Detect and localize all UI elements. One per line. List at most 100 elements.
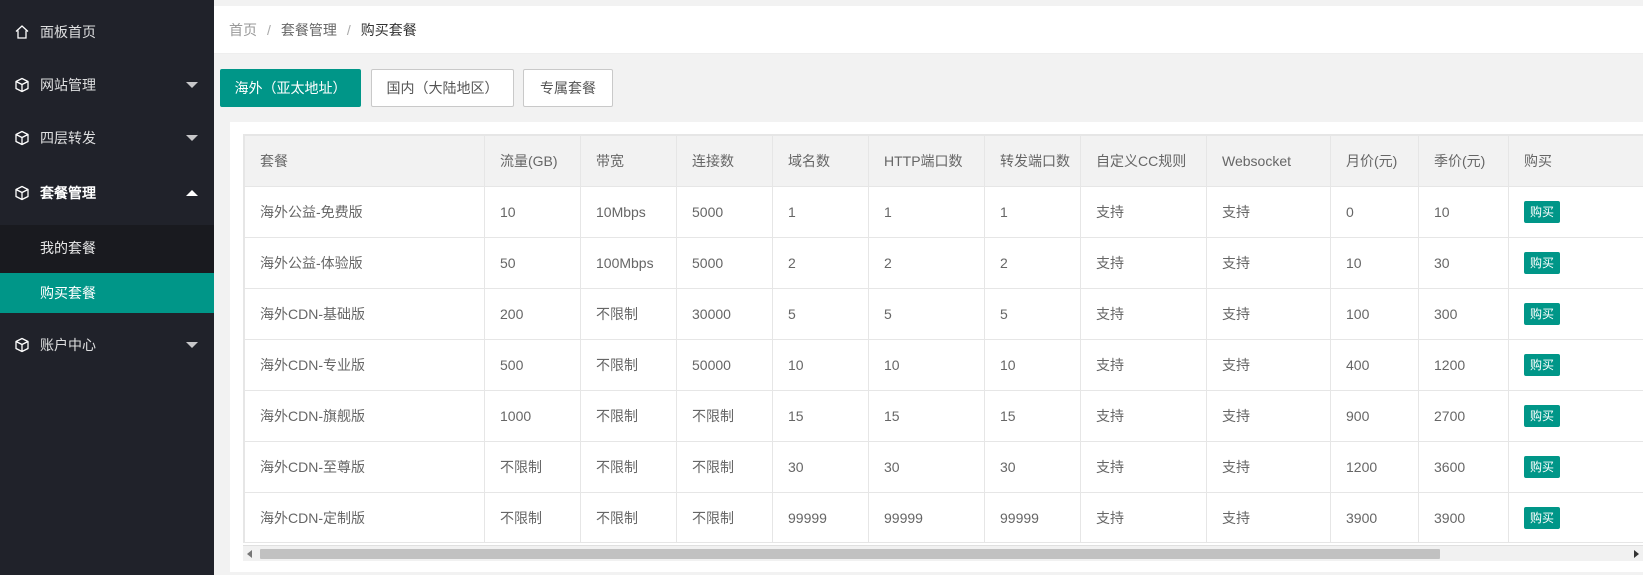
sidebar-submenu: 我的套餐 购买套餐 xyxy=(0,225,214,313)
table-cell: 2700 xyxy=(1418,390,1509,442)
tab-exclusive[interactable]: 专属套餐 xyxy=(523,69,613,107)
buy-button[interactable]: 购买 xyxy=(1524,201,1561,223)
buy-cell: 购买 xyxy=(1508,441,1643,493)
table-cell: 10Mbps xyxy=(580,186,677,238)
table-cell: 支持 xyxy=(1080,390,1207,442)
column-header: 带宽 xyxy=(580,135,677,187)
scrollbar-thumb[interactable] xyxy=(260,549,1440,559)
sidebar-item-my-packages[interactable]: 我的套餐 xyxy=(0,228,214,268)
sidebar-item-packages[interactable]: 套餐管理 xyxy=(0,165,214,221)
breadcrumb-home[interactable]: 首页 xyxy=(229,20,257,40)
tab-overseas[interactable]: 海外（亚太地址） xyxy=(220,69,361,107)
table-cell: 15 xyxy=(984,390,1081,442)
table-cell: 不限制 xyxy=(580,441,677,493)
table-cell: 海外CDN-旗舰版 xyxy=(244,390,485,442)
table-cell: 5 xyxy=(772,288,869,340)
table-cell: 99999 xyxy=(772,492,869,542)
table-row: 海外CDN-基础版 200 不限制 30000 5 5 5 支持 支持 100 300 购买 xyxy=(244,288,1643,340)
column-header: 月价(元) xyxy=(1330,135,1419,187)
table-cell: 2 xyxy=(772,237,869,289)
sidebar-item-buy-packages[interactable]: 购买套餐 xyxy=(0,273,214,313)
buy-button[interactable]: 购买 xyxy=(1524,354,1561,376)
table-cell: 支持 xyxy=(1206,186,1331,238)
table-cell: 不限制 xyxy=(580,288,677,340)
table-cell: 10 xyxy=(984,339,1081,391)
package-table: 套餐 流量(GB) 带宽 连接数 域名数 HTTP端口数 转发端口数 自定义CC规则 Webso… xyxy=(244,135,1643,542)
table-cell: 30 xyxy=(868,441,985,493)
table-cell: 1200 xyxy=(1418,339,1509,391)
table-cell: 5000 xyxy=(676,237,773,289)
breadcrumb: 首页 / 套餐管理 / 购买套餐 xyxy=(214,6,1643,54)
table-cell: 1000 xyxy=(484,390,581,442)
sidebar-item-account[interactable]: 账户中心 xyxy=(0,317,214,373)
package-table-card: 套餐 流量(GB) 带宽 连接数 域名数 HTTP端口数 转发端口数 自定义CC规则 Webso… xyxy=(230,122,1643,572)
sidebar-item-website[interactable]: 网站管理 xyxy=(0,57,214,113)
table-cell: 30000 xyxy=(676,288,773,340)
main-content: 首页 / 套餐管理 / 购买套餐 海外（亚太地址） 国内（大陆地区） 专属套餐 … xyxy=(214,0,1643,575)
table-cell: 不限制 xyxy=(484,441,581,493)
buy-button[interactable]: 购买 xyxy=(1524,405,1561,427)
buy-button[interactable]: 购买 xyxy=(1524,303,1561,325)
table-cell: 支持 xyxy=(1206,492,1331,542)
breadcrumb-packages[interactable]: 套餐管理 xyxy=(281,20,337,40)
table-cell: 支持 xyxy=(1206,288,1331,340)
column-header: 转发端口数 xyxy=(984,135,1081,187)
sidebar-item-label: 套餐管理 xyxy=(40,185,96,201)
sidebar: 面板首页 网站管理 四层转发 套餐管理 我的套餐 购买套餐 账户中心 xyxy=(0,0,214,575)
table-cell: 2 xyxy=(984,237,1081,289)
tab-domestic[interactable]: 国内（大陆地区） xyxy=(371,69,514,107)
buy-cell: 购买 xyxy=(1508,237,1643,289)
table-cell: 1200 xyxy=(1330,441,1419,493)
buy-button[interactable]: 购买 xyxy=(1524,507,1561,529)
table-cell: 不限制 xyxy=(580,390,677,442)
scroll-left-icon[interactable] xyxy=(247,550,252,558)
column-header: Websocket xyxy=(1206,135,1331,187)
buy-button[interactable]: 购买 xyxy=(1524,456,1561,478)
table-cell: 1 xyxy=(868,186,985,238)
table-cell: 不限制 xyxy=(484,492,581,542)
table-cell: 10 xyxy=(484,186,581,238)
package-table-wrapper: 套餐 流量(GB) 带宽 连接数 域名数 HTTP端口数 转发端口数 自定义CC规则 Webso… xyxy=(243,134,1643,543)
chevron-down-icon xyxy=(186,342,198,348)
table-cell: 海外CDN-专业版 xyxy=(244,339,485,391)
sidebar-item-home[interactable]: 面板首页 xyxy=(0,4,214,60)
table-cell: 不限制 xyxy=(676,492,773,542)
column-header: 套餐 xyxy=(244,135,485,187)
scroll-right-icon[interactable] xyxy=(1634,550,1639,558)
table-header-row: 套餐 流量(GB) 带宽 连接数 域名数 HTTP端口数 转发端口数 自定义CC规则 Webso… xyxy=(244,135,1643,187)
table-cell: 1 xyxy=(772,186,869,238)
cube-icon xyxy=(15,337,29,353)
cube-icon xyxy=(15,185,29,201)
table-cell: 支持 xyxy=(1206,237,1331,289)
table-cell: 2 xyxy=(868,237,985,289)
sidebar-item-forwarding[interactable]: 四层转发 xyxy=(0,110,214,166)
table-cell: 900 xyxy=(1330,390,1419,442)
table-cell: 支持 xyxy=(1080,237,1207,289)
table-cell: 5 xyxy=(868,288,985,340)
buy-button[interactable]: 购买 xyxy=(1524,252,1561,274)
sidebar-item-label: 账户中心 xyxy=(40,337,96,353)
horizontal-scrollbar[interactable] xyxy=(243,545,1643,561)
table-cell: 99999 xyxy=(868,492,985,542)
breadcrumb-current: 购买套餐 xyxy=(360,21,417,38)
chevron-up-icon xyxy=(186,190,198,196)
sidebar-item-label: 面板首页 xyxy=(40,24,96,40)
table-cell: 99999 xyxy=(984,492,1081,542)
buy-cell: 购买 xyxy=(1508,186,1643,238)
column-header: 域名数 xyxy=(772,135,869,187)
breadcrumb-separator: / xyxy=(346,21,351,38)
table-cell: 10 xyxy=(772,339,869,391)
table-cell: 3900 xyxy=(1418,492,1509,542)
table-cell: 海外公益-体验版 xyxy=(244,237,485,289)
table-cell: 支持 xyxy=(1080,186,1207,238)
table-cell: 支持 xyxy=(1206,390,1331,442)
table-cell: 10 xyxy=(1330,237,1419,289)
buy-cell: 购买 xyxy=(1508,390,1643,442)
table-cell: 100 xyxy=(1330,288,1419,340)
buy-cell: 购买 xyxy=(1508,492,1643,542)
buy-cell: 购买 xyxy=(1508,288,1643,340)
home-icon xyxy=(15,25,29,39)
table-cell: 5 xyxy=(984,288,1081,340)
table-cell: 海外公益-免费版 xyxy=(244,186,485,238)
table-cell: 支持 xyxy=(1080,339,1207,391)
